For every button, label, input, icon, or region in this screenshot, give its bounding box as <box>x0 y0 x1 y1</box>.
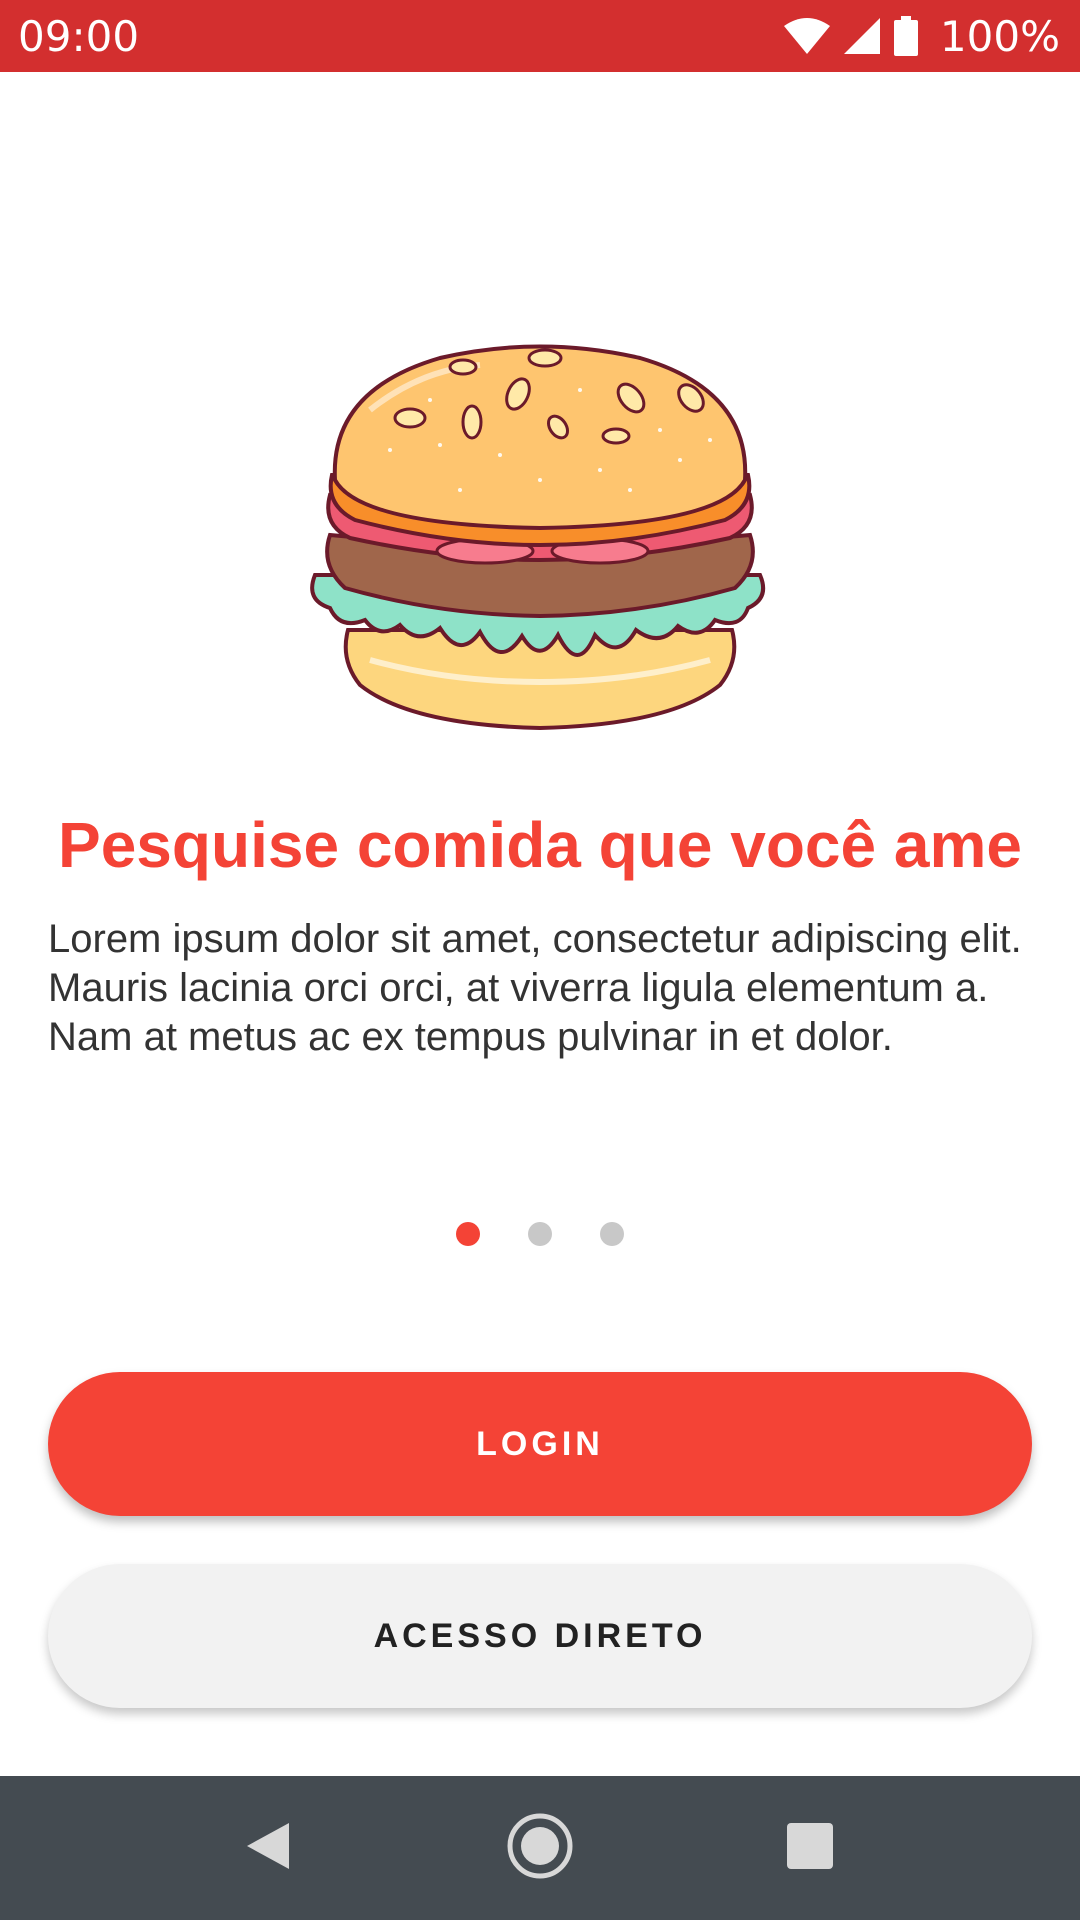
recent-apps-icon <box>786 1822 834 1875</box>
status-bar: 09:00 100% <box>0 0 1080 72</box>
cell-signal-icon <box>843 18 880 54</box>
page-indicator-dot-1[interactable] <box>456 1222 480 1246</box>
onboarding-description: Lorem ipsum dolor sit amet, consectetur … <box>48 917 1022 1059</box>
page-indicator-dot-2[interactable] <box>528 1222 552 1246</box>
status-icons: 100% <box>783 11 1060 61</box>
page-indicator <box>0 1222 1080 1246</box>
back-icon <box>245 1821 291 1876</box>
status-time: 09:00 <box>18 11 140 61</box>
back-button[interactable] <box>188 1776 348 1920</box>
direct-access-button[interactable]: ACESSO DIRETO <box>48 1564 1032 1708</box>
home-icon <box>506 1812 574 1885</box>
hamburger-illustration <box>300 330 780 731</box>
battery-percentage: 100% <box>939 11 1060 61</box>
onboarding-title: Pesquise comida que você ame <box>58 809 1022 881</box>
page-indicator-dot-3[interactable] <box>600 1222 624 1246</box>
login-button[interactable]: LOGIN <box>48 1372 1032 1516</box>
battery-icon <box>893 16 918 56</box>
recent-apps-button[interactable] <box>730 1776 890 1920</box>
navigation-bar <box>0 1776 1080 1920</box>
home-button[interactable] <box>460 1776 620 1920</box>
wifi-icon <box>783 18 830 54</box>
